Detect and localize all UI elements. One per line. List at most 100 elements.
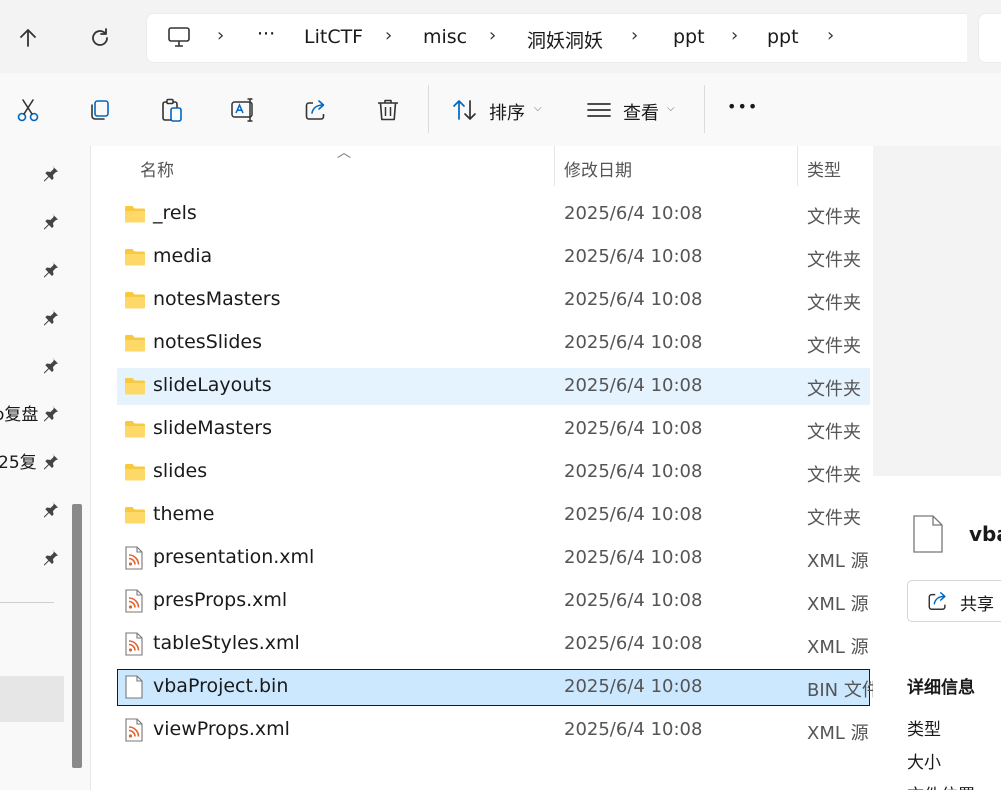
folder-icon: [124, 204, 146, 228]
file-row[interactable]: _rels 2025/6/4 10:08 文件夹: [117, 196, 870, 233]
file-name: theme: [153, 503, 215, 525]
details-location-label: 文件位置: [907, 781, 975, 790]
breadcrumb-item[interactable]: LitCTF: [304, 26, 363, 48]
file-row[interactable]: slideLayouts 2025/6/4 10:08 文件夹: [117, 368, 870, 405]
nav-scrollbar-thumb[interactable]: [72, 504, 82, 768]
chevron-down-icon[interactable]: ⌵: [534, 103, 542, 114]
navigation-pane: o复盘 25复: [0, 146, 66, 790]
breadcrumb-item[interactable]: misc: [423, 26, 467, 48]
file-type: BIN 文件: [807, 680, 873, 701]
computer-icon[interactable]: [167, 25, 191, 53]
file-row[interactable]: notesSlides 2025/6/4 10:08 文件夹: [117, 325, 870, 362]
more-options-button[interactable]: •••: [727, 97, 758, 116]
nav-item-label[interactable]: o复盘: [0, 400, 38, 425]
chevron-right-icon[interactable]: ›: [489, 25, 496, 46]
pin-icon[interactable]: [42, 164, 60, 182]
file-name: slides: [153, 460, 208, 482]
file-date: 2025/6/4 10:08: [564, 676, 703, 697]
nav-item-selected[interactable]: [0, 676, 64, 722]
view-icon[interactable]: [584, 95, 614, 125]
file-row[interactable]: presentation.xml 2025/6/4 10:08 XML 源: [117, 540, 870, 577]
file-date: 2025/6/4 10:08: [564, 332, 703, 353]
file-date: 2025/6/4 10:08: [564, 633, 703, 654]
paste-icon[interactable]: [157, 95, 187, 125]
sort-icon[interactable]: [450, 95, 480, 125]
file-type: XML 源: [807, 723, 869, 744]
breadcrumb-item[interactable]: ppt: [767, 26, 799, 48]
rename-icon[interactable]: [229, 95, 259, 125]
file-icon: [911, 514, 945, 558]
column-divider[interactable]: [554, 146, 555, 186]
nav-item-label[interactable]: 25复: [0, 448, 37, 473]
details-size-label: 大小: [907, 753, 941, 773]
up-arrow-icon[interactable]: [10, 20, 46, 56]
file-row[interactable]: slideMasters 2025/6/4 10:08 文件夹: [117, 411, 870, 448]
delete-icon[interactable]: [373, 95, 403, 125]
file-row[interactable]: media 2025/6/4 10:08 文件夹: [117, 239, 870, 276]
file-row[interactable]: slides 2025/6/4 10:08 文件夹: [117, 454, 870, 491]
file-type: 文件夹: [807, 508, 861, 529]
folder-icon: [124, 333, 146, 357]
sort-ascending-icon: ︿: [337, 146, 351, 161]
breadcrumb-overflow[interactable]: ···: [257, 23, 275, 45]
breadcrumb-item[interactable]: 洞妖洞妖: [527, 26, 603, 53]
file-row[interactable]: presProps.xml 2025/6/4 10:08 XML 源: [117, 583, 870, 620]
file-date: 2025/6/4 10:08: [564, 375, 703, 396]
chevron-right-icon[interactable]: ›: [731, 25, 738, 46]
file-name: slideLayouts: [153, 374, 272, 396]
file-name: tableStyles.xml: [153, 632, 300, 654]
file-row[interactable]: viewProps.xml 2025/6/4 10:08 XML 源: [117, 712, 870, 749]
chevron-right-icon[interactable]: ›: [385, 25, 392, 46]
chevron-right-icon[interactable]: ›: [827, 25, 834, 46]
file-row[interactable]: vbaProject.bin 2025/6/4 10:08 BIN 文件: [117, 669, 873, 706]
chevron-right-icon[interactable]: ›: [217, 25, 224, 46]
share-button[interactable]: 共享: [907, 580, 1001, 622]
copy-icon[interactable]: [85, 95, 115, 125]
file-row[interactable]: notesMasters 2025/6/4 10:08 文件夹: [117, 282, 870, 319]
column-header-date[interactable]: 修改日期: [564, 156, 632, 181]
column-header-name[interactable]: 名称: [140, 156, 174, 181]
toolbar-divider: [428, 85, 429, 133]
breadcrumb-item[interactable]: ppt: [673, 26, 705, 48]
column-divider[interactable]: [797, 146, 798, 186]
pin-icon[interactable]: [42, 212, 60, 230]
pin-icon[interactable]: [42, 356, 60, 374]
pin-icon[interactable]: [42, 404, 60, 422]
sort-button[interactable]: 排序: [489, 99, 525, 125]
command-bar: 排序 ⌵ 查看 ⌵ •••: [0, 73, 1001, 147]
file-name: _rels: [153, 202, 197, 224]
search-input[interactable]: [978, 13, 1001, 63]
chevron-right-icon[interactable]: ›: [631, 25, 638, 46]
details-type-label: 类型: [907, 720, 941, 740]
chevron-down-icon[interactable]: ⌵: [667, 103, 675, 114]
file-type: 文件夹: [807, 465, 861, 486]
pin-icon[interactable]: [42, 308, 60, 326]
cut-icon[interactable]: [13, 95, 43, 125]
folder-icon: [124, 462, 146, 486]
pin-icon[interactable]: [42, 452, 60, 470]
file-type: 文件夹: [807, 336, 861, 357]
file-name: vbaProject.bin: [153, 675, 289, 697]
file-row[interactable]: tableStyles.xml 2025/6/4 10:08 XML 源: [117, 626, 870, 663]
file-type: 文件夹: [807, 250, 861, 271]
pin-icon[interactable]: [42, 500, 60, 518]
breadcrumb: › ··· LitCTF › misc › 洞妖洞妖 › ppt › ppt ›: [146, 13, 967, 63]
share-icon: [926, 590, 950, 616]
pin-icon[interactable]: [42, 548, 60, 566]
refresh-icon[interactable]: [82, 20, 118, 56]
details-file-name: vba: [969, 522, 1001, 546]
file-row[interactable]: theme 2025/6/4 10:08 文件夹: [117, 497, 870, 534]
toolbar-divider: [704, 85, 705, 133]
file-date: 2025/6/4 10:08: [564, 504, 703, 525]
share-icon[interactable]: [301, 95, 331, 125]
file-date: 2025/6/4 10:08: [564, 461, 703, 482]
file-date: 2025/6/4 10:08: [564, 203, 703, 224]
file-name: slideMasters: [153, 417, 272, 439]
view-button[interactable]: 查看: [623, 99, 659, 125]
file-date: 2025/6/4 10:08: [564, 418, 703, 439]
folder-icon: [124, 376, 146, 400]
pin-icon[interactable]: [42, 260, 60, 278]
file-date: 2025/6/4 10:08: [564, 590, 703, 611]
details-pane: vba 共享 详细信息 类型 大小 文件位置: [873, 146, 1001, 790]
column-header-type[interactable]: 类型: [807, 156, 841, 181]
